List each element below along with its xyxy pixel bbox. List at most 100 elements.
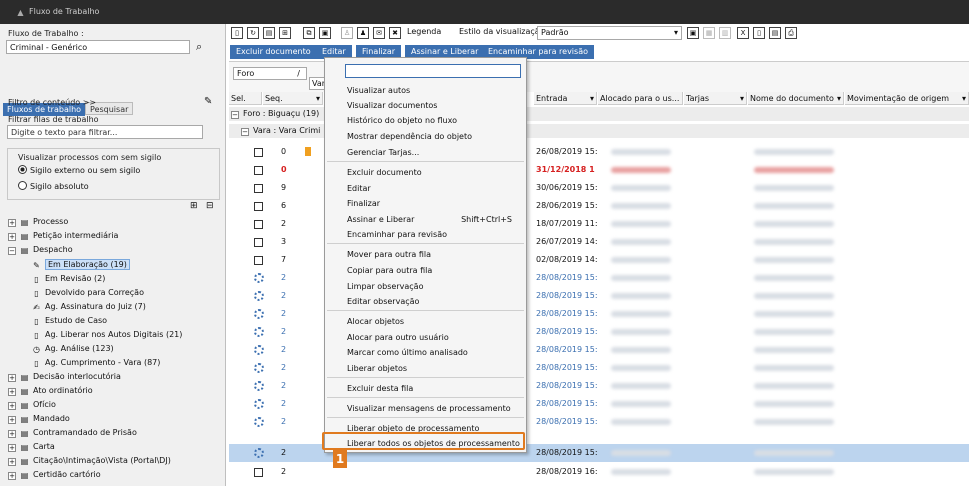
group-chip-foro[interactable]: Foro / — [233, 67, 307, 80]
row-checkbox[interactable] — [254, 256, 263, 265]
legend-button[interactable]: Legenda — [407, 27, 441, 36]
processing-icon — [254, 363, 264, 373]
email-icon[interactable]: ✉ — [373, 27, 385, 39]
expand-icon[interactable]: + — [8, 458, 16, 466]
tree-item[interactable]: + ▤ Decisão interlocutória — [8, 370, 121, 383]
col-tarjas[interactable]: Tarjas ▾ — [684, 92, 747, 105]
style-select[interactable]: Padrão ▾ — [537, 26, 682, 40]
col-alocado[interactable]: Alocado para o us...▾ — [598, 92, 683, 105]
window-title: Fluxo de Trabalho — [29, 7, 100, 16]
menu-separator — [327, 161, 524, 162]
menu-item[interactable]: Liberar objetos — [347, 364, 407, 373]
menu-item[interactable]: Limpar observação — [347, 282, 423, 291]
copy-icon[interactable]: ⧉ — [303, 27, 315, 39]
tree-item[interactable]: + ▤ Petição intermediária — [8, 229, 118, 242]
menu-search-input[interactable] — [345, 64, 521, 78]
tree-item[interactable]: + ▤ Ofício — [8, 398, 56, 411]
folder-icon: ▤ — [20, 443, 29, 452]
col-movimentacao[interactable]: Movimentação de origem ▾ — [845, 92, 969, 105]
menu-item[interactable]: Editar — [347, 184, 371, 193]
menu-item[interactable]: Mostrar dependência do objeto — [347, 132, 472, 141]
menu-separator — [327, 417, 524, 418]
menu-item[interactable]: Excluir documento — [347, 168, 422, 177]
expand-icon[interactable]: + — [8, 416, 16, 424]
menu-item[interactable]: Assinar e Liberar Shift+Ctrl+S — [347, 215, 512, 224]
tree-item[interactable]: ◷ Ag. Análise (123) — [32, 342, 114, 355]
collapse-icon[interactable]: − — [241, 128, 249, 136]
delete-email-icon[interactable]: ✖ — [389, 27, 401, 39]
col-seq[interactable]: Seq. ▾ — [263, 92, 323, 105]
expand-icon[interactable]: + — [8, 374, 16, 382]
menu-item[interactable]: Mover para outra fila — [347, 250, 431, 259]
expand-icon[interactable]: + — [8, 402, 16, 410]
menu-item[interactable]: Marcar como último analisado — [347, 348, 468, 357]
menu-item[interactable]: Alocar objetos — [347, 317, 404, 326]
col-entrada[interactable]: Entrada ▾ — [534, 92, 597, 105]
new-document-icon[interactable]: ▯ — [231, 27, 243, 39]
menu-item[interactable]: Gerenciar Tarjas... — [347, 148, 419, 157]
collapse-icon[interactable]: − — [8, 247, 16, 255]
delete-icon[interactable]: ▥ — [719, 27, 731, 39]
paste-icon[interactable]: ▣ — [319, 27, 331, 39]
expand-icon[interactable]: + — [8, 444, 16, 452]
alert-icon[interactable]: ♟ — [357, 27, 369, 39]
col-sel[interactable]: Sel. — [229, 92, 262, 105]
menu-item[interactable]: Visualizar autos — [347, 86, 410, 95]
col-nome-documento[interactable]: Nome do documento ▾ — [748, 92, 844, 105]
row-checkbox[interactable] — [254, 166, 263, 175]
tree-item[interactable]: + ▤ Mandado — [8, 412, 70, 425]
menu-item[interactable]: Finalizar — [347, 199, 380, 208]
menu-item[interactable]: Excluir desta fila — [347, 384, 413, 393]
tree-item[interactable]: + ▤ Contramandado de Prisão — [8, 426, 137, 439]
tree-item[interactable]: + ▤ Certidão cartório — [8, 468, 101, 481]
expand-icon[interactable]: + — [8, 233, 16, 241]
doc-icon[interactable]: ▯ — [753, 27, 765, 39]
menu-item[interactable]: Copiar para outra fila — [347, 266, 432, 275]
tree-item[interactable]: ▯ Devolvido para Correção — [32, 286, 144, 299]
tree-item[interactable]: ✍ Ag. Assinatura do Juiz (7) — [32, 300, 146, 313]
tree-item[interactable]: ▯ Ag. Cumprimento - Vara (87) — [32, 356, 160, 369]
excluir-documento-button[interactable]: Excluir documento — [230, 45, 317, 59]
tree-item[interactable]: − ▤ Despacho — [8, 243, 73, 256]
calendar-icon[interactable]: ▦ — [703, 27, 715, 39]
collapse-icon[interactable]: − — [231, 111, 239, 119]
expand-icon[interactable]: + — [8, 219, 16, 227]
processing-icon — [254, 448, 264, 458]
excel-icon[interactable]: X — [737, 27, 749, 39]
app-icon: ▲ — [17, 8, 24, 17]
left-panel: Fluxo de Trabalho : Criminal - Genérico … — [0, 24, 226, 486]
expand-icon[interactable]: + — [8, 472, 16, 480]
menu-item[interactable]: Editar observação — [347, 297, 419, 306]
expand-all-icon[interactable]: ⊞ — [279, 27, 291, 39]
folder-icon[interactable]: ▤ — [263, 27, 275, 39]
row-checkbox[interactable] — [254, 468, 263, 477]
report-icon[interactable]: ▤ — [769, 27, 781, 39]
tree-item[interactable]: ▯ Estudo de Caso — [32, 314, 107, 327]
menu-item[interactable]: Alocar para outro usuário — [347, 333, 449, 342]
tree-item[interactable]: ▯ Ag. Liberar nos Autos Digitais (21) — [32, 328, 182, 341]
expand-icon[interactable]: + — [8, 388, 16, 396]
row-checkbox[interactable] — [254, 148, 263, 157]
tree-item[interactable]: + ▤ Processo — [8, 215, 68, 228]
processing-icon — [254, 327, 264, 337]
folder-icon: ▤ — [20, 401, 29, 410]
row-checkbox[interactable] — [254, 202, 263, 211]
menu-item[interactable]: Histórico do objeto no fluxo — [347, 116, 457, 125]
tree-item[interactable]: + ▤ Ato ordinatório — [8, 384, 93, 397]
menu-item[interactable]: Visualizar mensagens de processamento — [347, 404, 511, 413]
save-icon[interactable]: ▣ — [687, 27, 699, 39]
refresh-icon[interactable]: ↻ — [247, 27, 259, 39]
tree-item[interactable]: + ▤ Citação\Intimação\Vista (Portal\DJ) — [8, 454, 171, 467]
row-checkbox[interactable] — [254, 184, 263, 193]
row-checkbox[interactable] — [254, 220, 263, 229]
user-icon[interactable]: ♙ — [341, 27, 353, 39]
menu-item[interactable]: Visualizar documentos — [347, 101, 437, 110]
tree-item[interactable]: ▯ Em Revisão (2) — [32, 272, 105, 285]
tree-item-selected[interactable]: ✎ Em Elaboração (19) — [32, 258, 130, 271]
workflow-tree: + ▤ Processo + ▤ Petição intermediária − ▤ Des… — [0, 24, 226, 486]
tree-item[interactable]: + ▤ Carta — [8, 440, 55, 453]
row-checkbox[interactable] — [254, 238, 263, 247]
menu-item[interactable]: Encaminhar para revisão — [347, 230, 447, 239]
print-icon[interactable]: ⎙ — [785, 27, 797, 39]
expand-icon[interactable]: + — [8, 430, 16, 438]
